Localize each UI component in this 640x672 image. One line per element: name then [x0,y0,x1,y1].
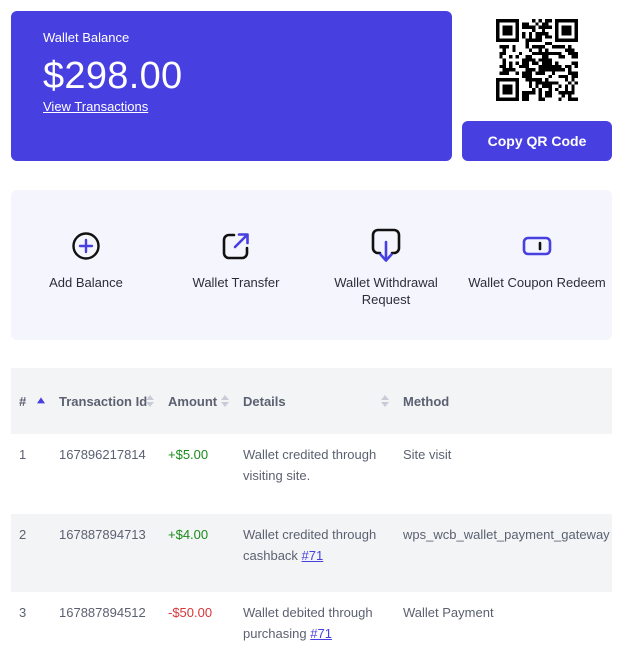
add-balance-action[interactable]: Add Balance [11,228,161,291]
qr-code-image [496,19,578,101]
transactions-table: # Transaction Id Amount Details Method 1… [11,368,612,672]
wallet-coupon-redeem-label: Wallet Coupon Redeem [468,275,606,290]
external-link-icon [161,228,311,264]
sort-icon [146,395,154,407]
table-row: 2 167887894713 +$4.00 Wallet credited th… [11,514,612,592]
transaction-method: wps_wcb_wallet_payment_gateway [395,514,612,592]
qr-code [496,19,578,101]
view-transactions-link[interactable]: View Transactions [43,99,148,114]
column-header-number[interactable]: # [11,368,51,434]
transaction-details: Wallet debited through purchasing #71 [235,592,395,672]
add-balance-label: Add Balance [49,275,123,290]
wallet-transfer-action[interactable]: Wallet Transfer [161,228,311,291]
transaction-id: 167887894713 [51,514,160,592]
sort-icon [221,395,229,407]
column-header-transaction-id[interactable]: Transaction Id [51,368,160,434]
order-link[interactable]: #71 [302,548,324,563]
wallet-withdrawal-request-action[interactable]: Wallet Withdrawal Request [311,228,461,308]
withdraw-arrow-icon [311,228,461,264]
transaction-id: 167887894512 [51,592,160,672]
coupon-icon [462,228,612,264]
wallet-coupon-redeem-action[interactable]: Wallet Coupon Redeem [462,228,612,291]
row-number: 2 [11,514,51,592]
column-header-method[interactable]: Method [395,368,612,434]
transaction-id: 167896217814 [51,434,160,514]
transactions-table-container: # Transaction Id Amount Details Method 1… [11,368,612,672]
table-header-row: # Transaction Id Amount Details Method [11,368,612,434]
plus-circle-icon [11,228,161,264]
row-number: 3 [11,592,51,672]
sort-ascending-icon [37,397,45,404]
wallet-balance-amount: $298.00 [43,55,183,97]
sort-icon [381,395,389,407]
wallet-actions-panel: Add Balance Wallet Transfer Wallet Withd… [11,190,612,340]
table-row: 1 167896217814 +$5.00 Wallet credited th… [11,434,612,514]
wallet-balance-card: Wallet Balance $298.00 View Transactions [11,11,452,161]
transaction-amount: -$50.00 [160,592,235,672]
column-header-details[interactable]: Details [235,368,395,434]
wallet-withdrawal-request-label: Wallet Withdrawal Request [334,275,438,307]
transaction-method: Wallet Payment [395,592,612,672]
transaction-amount: +$5.00 [160,434,235,514]
row-number: 1 [11,434,51,514]
order-link[interactable]: #71 [310,626,332,641]
transaction-amount: +$4.00 [160,514,235,592]
transaction-method: Site visit [395,434,612,514]
wallet-transfer-label: Wallet Transfer [192,275,280,290]
wallet-balance-label: Wallet Balance [43,30,130,45]
transaction-details: Wallet credited through visiting site. [235,434,395,514]
column-header-amount[interactable]: Amount [160,368,235,434]
transaction-details: Wallet credited through cashback #71 [235,514,395,592]
copy-qr-code-button[interactable]: Copy QR Code [462,121,612,161]
table-row: 3 167887894512 -$50.00 Wallet debited th… [11,592,612,672]
